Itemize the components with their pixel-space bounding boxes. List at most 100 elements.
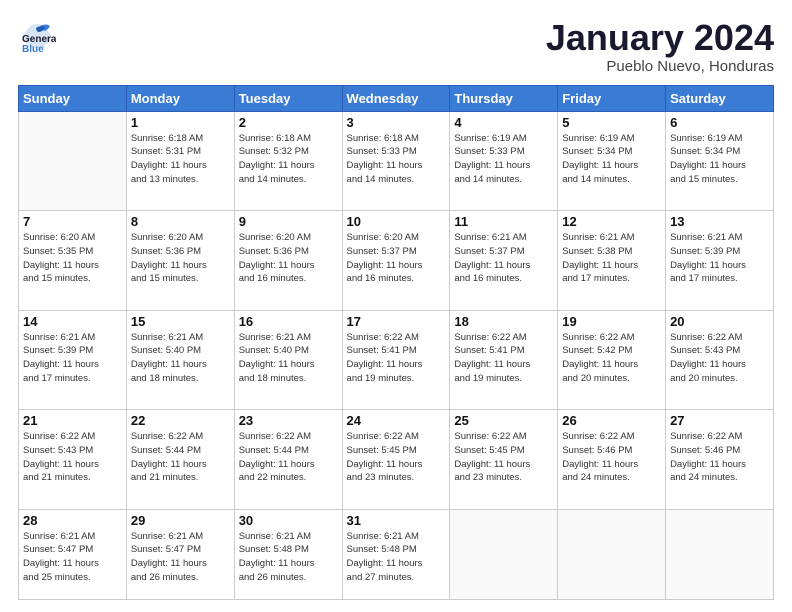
calendar-cell: 30Sunrise: 6:21 AMSunset: 5:48 PMDayligh… [234, 509, 342, 599]
day-info: Sunrise: 6:19 AMSunset: 5:34 PMDaylight:… [562, 132, 661, 187]
day-number: 5 [562, 115, 661, 130]
day-info: Sunrise: 6:21 AMSunset: 5:37 PMDaylight:… [454, 231, 553, 286]
day-info: Sunrise: 6:18 AMSunset: 5:33 PMDaylight:… [347, 132, 446, 187]
day-number: 10 [347, 214, 446, 229]
day-number: 8 [131, 214, 230, 229]
calendar-cell: 9 Sunrise: 6:20 AMSunset: 5:36 PMDaylight… [234, 211, 342, 310]
day-info: Sunrise: 6:21 AMSunset: 5:47 PMDaylight:… [23, 530, 122, 585]
day-number: 22 [131, 413, 230, 428]
calendar-cell [19, 111, 127, 210]
day-number: 27 [670, 413, 769, 428]
day-number: 21 [23, 413, 122, 428]
day-number: 30 [239, 513, 338, 528]
day-number: 18 [454, 314, 553, 329]
day-info: Sunrise: 6:21 AMSunset: 5:40 PMDaylight:… [239, 331, 338, 386]
day-number: 3 [347, 115, 446, 130]
calendar-cell: 12Sunrise: 6:21 AMSunset: 5:38 PMDayligh… [558, 211, 666, 310]
calendar-cell: 2 Sunrise: 6:18 AMSunset: 5:32 PMDaylight… [234, 111, 342, 210]
day-number: 24 [347, 413, 446, 428]
day-info: Sunrise: 6:19 AMSunset: 5:33 PMDaylight:… [454, 132, 553, 187]
calendar-week-1: 1 Sunrise: 6:18 AMSunset: 5:31 PMDaylight… [19, 111, 774, 210]
day-number: 9 [239, 214, 338, 229]
calendar-week-3: 14Sunrise: 6:21 AMSunset: 5:39 PMDayligh… [19, 310, 774, 409]
calendar-cell: 1 Sunrise: 6:18 AMSunset: 5:31 PMDaylight… [126, 111, 234, 210]
svg-text:Blue: Blue [22, 44, 44, 55]
calendar-cell: 28Sunrise: 6:21 AMSunset: 5:47 PMDayligh… [19, 509, 127, 599]
day-number: 31 [347, 513, 446, 528]
calendar-week-4: 21 Sunrise: 6:22 AMSunset: 5:43 PMDayligh… [19, 410, 774, 509]
calendar-cell [450, 509, 558, 599]
calendar-cell: 4Sunrise: 6:19 AMSunset: 5:33 PMDaylight… [450, 111, 558, 210]
calendar-cell: 20 Sunrise: 6:22 AMSunset: 5:43 PMDayligh… [666, 310, 774, 409]
calendar-cell: 21 Sunrise: 6:22 AMSunset: 5:43 PMDayligh… [19, 410, 127, 509]
month-title: January 2024 [546, 18, 774, 58]
calendar-cell: 23Sunrise: 6:22 AMSunset: 5:44 PMDayligh… [234, 410, 342, 509]
logo: General Blue [18, 18, 56, 56]
day-info: Sunrise: 6:22 AMSunset: 5:46 PMDaylight:… [562, 430, 661, 485]
calendar-week-5: 28Sunrise: 6:21 AMSunset: 5:47 PMDayligh… [19, 509, 774, 599]
calendar-week-2: 7 Sunrise: 6:20 AMSunset: 5:35 PMDaylight… [19, 211, 774, 310]
day-info: Sunrise: 6:21 AMSunset: 5:38 PMDaylight:… [562, 231, 661, 286]
day-info: Sunrise: 6:21 AMSunset: 5:47 PMDaylight:… [131, 530, 230, 585]
day-info: Sunrise: 6:18 AMSunset: 5:31 PMDaylight:… [131, 132, 230, 187]
subtitle: Pueblo Nuevo, Honduras [546, 58, 774, 75]
calendar-header-row: SundayMondayTuesdayWednesdayThursdayFrid… [19, 85, 774, 111]
calendar-cell: 26 Sunrise: 6:22 AMSunset: 5:46 PMDayligh… [558, 410, 666, 509]
day-number: 17 [347, 314, 446, 329]
day-header-monday: Monday [126, 85, 234, 111]
day-info: Sunrise: 6:22 AMSunset: 5:41 PMDaylight:… [454, 331, 553, 386]
calendar-cell: 17 Sunrise: 6:22 AMSunset: 5:41 PMDayligh… [342, 310, 450, 409]
day-info: Sunrise: 6:20 AMSunset: 5:36 PMDaylight:… [239, 231, 338, 286]
day-number: 16 [239, 314, 338, 329]
day-info: Sunrise: 6:22 AMSunset: 5:45 PMDaylight:… [454, 430, 553, 485]
calendar-cell: 6 Sunrise: 6:19 AMSunset: 5:34 PMDaylight… [666, 111, 774, 210]
day-info: Sunrise: 6:22 AMSunset: 5:41 PMDaylight:… [347, 331, 446, 386]
day-info: Sunrise: 6:22 AMSunset: 5:42 PMDaylight:… [562, 331, 661, 386]
calendar-cell: 31 Sunrise: 6:21 AMSunset: 5:48 PMDayligh… [342, 509, 450, 599]
calendar-cell: 14Sunrise: 6:21 AMSunset: 5:39 PMDayligh… [19, 310, 127, 409]
day-info: Sunrise: 6:21 AMSunset: 5:48 PMDaylight:… [347, 530, 446, 585]
calendar-cell: 29 Sunrise: 6:21 AMSunset: 5:47 PMDayligh… [126, 509, 234, 599]
day-header-saturday: Saturday [666, 85, 774, 111]
day-info: Sunrise: 6:20 AMSunset: 5:37 PMDaylight:… [347, 231, 446, 286]
day-info: Sunrise: 6:19 AMSunset: 5:34 PMDaylight:… [670, 132, 769, 187]
day-info: Sunrise: 6:22 AMSunset: 5:45 PMDaylight:… [347, 430, 446, 485]
day-info: Sunrise: 6:18 AMSunset: 5:32 PMDaylight:… [239, 132, 338, 187]
title-block: January 2024 Pueblo Nuevo, Honduras [546, 18, 774, 75]
logo-icon: General Blue [18, 18, 56, 56]
day-number: 19 [562, 314, 661, 329]
calendar-cell: 18 Sunrise: 6:22 AMSunset: 5:41 PMDayligh… [450, 310, 558, 409]
day-number: 26 [562, 413, 661, 428]
day-number: 29 [131, 513, 230, 528]
calendar-cell: 10 Sunrise: 6:20 AMSunset: 5:37 PMDayligh… [342, 211, 450, 310]
calendar-cell: 11 Sunrise: 6:21 AMSunset: 5:37 PMDayligh… [450, 211, 558, 310]
calendar-cell: 19 Sunrise: 6:22 AMSunset: 5:42 PMDayligh… [558, 310, 666, 409]
calendar-cell: 22Sunrise: 6:22 AMSunset: 5:44 PMDayligh… [126, 410, 234, 509]
calendar-cell: 25 Sunrise: 6:22 AMSunset: 5:45 PMDayligh… [450, 410, 558, 509]
day-info: Sunrise: 6:22 AMSunset: 5:43 PMDaylight:… [670, 331, 769, 386]
day-info: Sunrise: 6:22 AMSunset: 5:46 PMDaylight:… [670, 430, 769, 485]
calendar-cell: 7 Sunrise: 6:20 AMSunset: 5:35 PMDaylight… [19, 211, 127, 310]
calendar-cell: 8Sunrise: 6:20 AMSunset: 5:36 PMDaylight… [126, 211, 234, 310]
day-info: Sunrise: 6:20 AMSunset: 5:35 PMDaylight:… [23, 231, 122, 286]
day-number: 11 [454, 214, 553, 229]
calendar-cell: 16 Sunrise: 6:21 AMSunset: 5:40 PMDayligh… [234, 310, 342, 409]
day-number: 7 [23, 214, 122, 229]
day-number: 14 [23, 314, 122, 329]
calendar-cell [558, 509, 666, 599]
day-number: 25 [454, 413, 553, 428]
calendar-cell: 27 Sunrise: 6:22 AMSunset: 5:46 PMDayligh… [666, 410, 774, 509]
day-number: 6 [670, 115, 769, 130]
day-info: Sunrise: 6:21 AMSunset: 5:40 PMDaylight:… [131, 331, 230, 386]
day-header-wednesday: Wednesday [342, 85, 450, 111]
day-number: 23 [239, 413, 338, 428]
day-info: Sunrise: 6:22 AMSunset: 5:43 PMDaylight:… [23, 430, 122, 485]
calendar-table: SundayMondayTuesdayWednesdayThursdayFrid… [18, 85, 774, 600]
day-number: 15 [131, 314, 230, 329]
day-number: 1 [131, 115, 230, 130]
calendar-cell [666, 509, 774, 599]
header: General Blue January 2024 Pueblo Nuevo, … [18, 18, 774, 75]
day-number: 2 [239, 115, 338, 130]
day-number: 20 [670, 314, 769, 329]
page: General Blue January 2024 Pueblo Nuevo, … [0, 0, 792, 612]
